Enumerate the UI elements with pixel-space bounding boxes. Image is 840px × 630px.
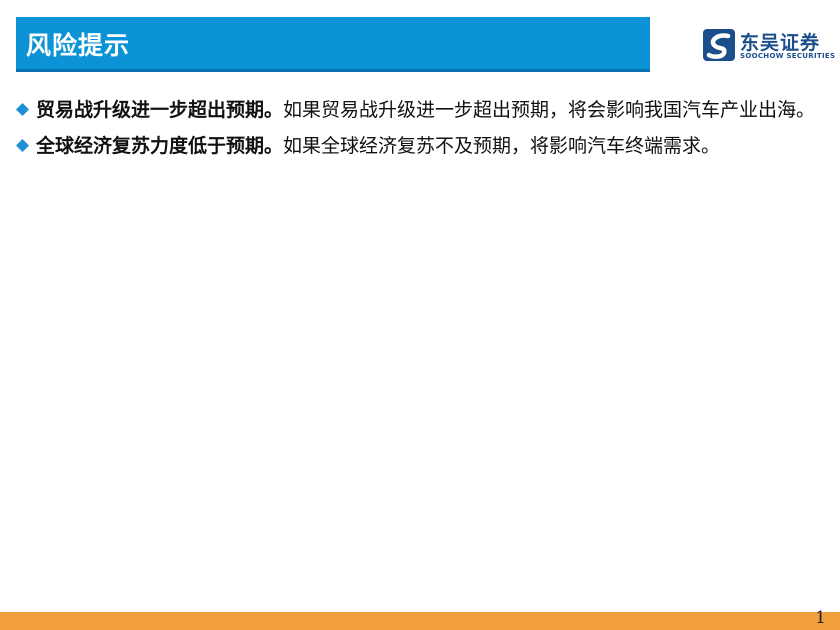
logo-name-en: SOOCHOW SECURITIES — [740, 52, 836, 60]
bullet-text: 如果贸易战升级进一步超出预期，将会影响我国汽车产业出海。 — [283, 99, 816, 121]
slide-header-bar: 风险提示 — [16, 17, 650, 72]
page-number: 1 — [815, 608, 826, 628]
bullet-item: 全球经济复苏力度低于预期。如果全球经济复苏不及预期，将影响汽车终端需求。 — [16, 128, 816, 164]
slide-title: 风险提示 — [26, 31, 131, 60]
bullet-heading: 贸易战升级进一步超出预期。 — [36, 99, 284, 121]
bullet-heading: 全球经济复苏力度低于预期。 — [36, 135, 284, 157]
company-logo: 东吴证券 SOOCHOW SECURITIES — [702, 28, 835, 62]
footer-bar — [0, 612, 840, 630]
bullet-item: 贸易战升级进一步超出预期。如果贸易战升级进一步超出预期，将会影响我国汽车产业出海… — [16, 92, 816, 128]
bullet-text: 如果全球经济复苏不及预期，将影响汽车终端需求。 — [283, 135, 721, 157]
soochow-logo-icon — [703, 29, 735, 61]
bullet-list: 贸易战升级进一步超出预期。如果贸易战升级进一步超出预期，将会影响我国汽车产业出海… — [16, 92, 816, 164]
logo-name-cn: 东吴证券 — [740, 32, 821, 54]
diamond-bullet-icon — [16, 103, 29, 116]
diamond-bullet-icon — [16, 139, 29, 152]
